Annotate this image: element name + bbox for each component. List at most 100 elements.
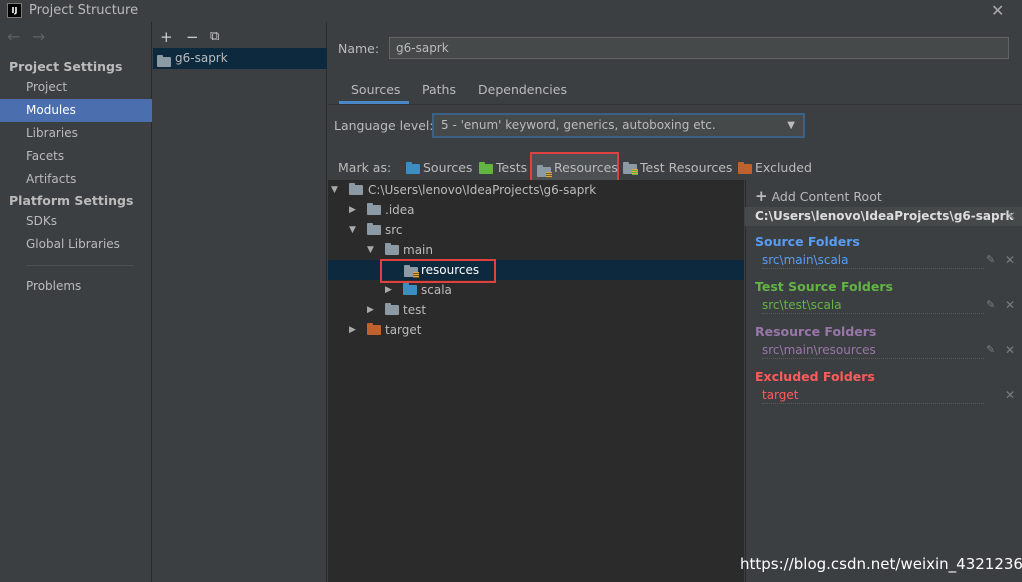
mark-as-label: Mark as: xyxy=(338,160,392,175)
tree-row[interactable]: ▼ C:\Users\lenovo\IdeaProjects\g6-saprk xyxy=(328,180,744,200)
collapsed-arrow-icon: ▶ xyxy=(349,325,356,335)
excluded-folder-entry[interactable]: target xyxy=(762,387,984,404)
tree-row[interactable]: ▶ target xyxy=(328,320,744,340)
mark-as-tests-button[interactable]: Tests xyxy=(479,160,527,175)
sidebar-item-problems[interactable]: Problems xyxy=(0,275,152,298)
mark-as-sources-label: Sources xyxy=(423,160,473,175)
tree-row[interactable]: ▶ test xyxy=(328,300,744,320)
resource-folders-header: Resource Folders xyxy=(755,324,877,339)
close-icon[interactable]: ✕ xyxy=(1005,343,1015,357)
tree-row-label: src xyxy=(385,223,403,237)
tree-row-label: main xyxy=(403,243,433,257)
expanded-arrow-icon: ▼ xyxy=(349,225,356,235)
content-root-path: C:\Users\lenovo\IdeaProjects\g6-saprk ✕ xyxy=(745,207,1022,226)
sidebar-item-project[interactable]: Project xyxy=(0,76,152,99)
project-settings-header: Project Settings xyxy=(9,59,123,74)
folder-icon xyxy=(367,223,381,235)
root-path-text: C:\Users\lenovo\IdeaProjects\g6-saprk xyxy=(755,209,1014,223)
language-level-value: 5 - 'enum' keyword, generics, autoboxing… xyxy=(441,118,716,132)
mark-as-sources-button[interactable]: Sources xyxy=(406,160,472,175)
mark-as-test-resources-button[interactable]: Test Resources xyxy=(623,160,732,175)
mark-as-test-resources-label: Test Resources xyxy=(640,160,733,175)
tree-row-label: C:\Users\lenovo\IdeaProjects\g6-saprk xyxy=(368,183,597,197)
expanded-arrow-icon: ▼ xyxy=(367,245,374,255)
source-folder-icon xyxy=(403,283,417,295)
mark-as-excluded-label: Excluded xyxy=(755,160,812,175)
chevron-down-icon: ▼ xyxy=(787,120,795,131)
source-folders-header: Source Folders xyxy=(755,234,860,249)
mark-as-excluded-button[interactable]: Excluded xyxy=(738,160,812,175)
edit-icon[interactable]: ✎ xyxy=(986,298,995,311)
test-source-folders-header: Test Source Folders xyxy=(755,279,893,294)
tests-folder-icon xyxy=(479,161,493,174)
module-name: g6-saprk xyxy=(175,51,228,65)
add-content-root-button[interactable]: + Add Content Root xyxy=(755,187,882,205)
tree-row-label: resources xyxy=(421,263,480,277)
module-name-field[interactable]: g6-saprk xyxy=(389,37,1009,59)
add-module-icon[interactable]: + xyxy=(160,28,173,46)
edit-icon[interactable]: ✎ xyxy=(986,253,995,266)
platform-settings-header: Platform Settings xyxy=(9,193,134,208)
collapsed-arrow-icon: ▶ xyxy=(349,205,356,215)
sources-folder-icon xyxy=(406,161,420,174)
sidebar-item-modules[interactable]: Modules xyxy=(0,99,152,122)
test-source-folder-entry[interactable]: src\test\scala xyxy=(762,297,984,314)
excluded-folder-icon xyxy=(738,161,752,174)
copy-module-icon[interactable]: ⧉ xyxy=(210,29,219,44)
expanded-arrow-icon: ▼ xyxy=(331,185,338,195)
close-icon[interactable]: ✕ xyxy=(1005,298,1015,312)
tree-row[interactable]: ▶ scala xyxy=(328,280,744,300)
folder-icon xyxy=(385,243,399,255)
close-icon[interactable]: ✕ xyxy=(991,1,1004,20)
module-list-item[interactable]: g6-saprk xyxy=(153,48,327,69)
sidebar-item-libraries[interactable]: Libraries xyxy=(0,122,152,145)
collapsed-arrow-icon: ▶ xyxy=(367,305,374,315)
close-icon[interactable]: ✕ xyxy=(1005,388,1015,402)
tree-row[interactable]: ▼ src xyxy=(328,220,744,240)
resources-folder-icon xyxy=(404,265,419,278)
collapsed-arrow-icon: ▶ xyxy=(385,285,392,295)
edit-icon[interactable]: ✎ xyxy=(986,343,995,356)
tab-strip-divider xyxy=(328,104,1022,105)
mark-as-resources-button[interactable]: Resources xyxy=(530,152,619,183)
forward-arrow-icon[interactable]: → xyxy=(32,27,45,46)
resource-folder-entry[interactable]: src\main\resources xyxy=(762,342,984,359)
intellij-app-icon: IJ xyxy=(7,3,22,18)
excluded-folders-header: Excluded Folders xyxy=(755,369,875,384)
tree-row-label: .idea xyxy=(385,203,415,217)
folder-icon xyxy=(385,303,399,315)
tree-row-label: test xyxy=(403,303,427,317)
sidebar-item-facets[interactable]: Facets xyxy=(0,145,152,168)
tree-row-label: target xyxy=(385,323,422,337)
tree-row-label: scala xyxy=(421,283,452,297)
remove-module-icon[interactable]: − xyxy=(186,28,199,46)
tab-sources[interactable]: Sources xyxy=(351,82,400,97)
remove-root-icon[interactable]: ✕ xyxy=(1006,207,1016,226)
folder-icon xyxy=(367,203,381,215)
mark-as-tests-label: Tests xyxy=(496,160,528,175)
modules-panel xyxy=(153,22,327,582)
test-resources-folder-icon xyxy=(623,161,638,175)
name-label: Name: xyxy=(338,41,380,56)
plus-icon: + xyxy=(755,187,768,205)
back-arrow-icon[interactable]: ← xyxy=(7,27,20,46)
tab-dependencies[interactable]: Dependencies xyxy=(478,82,567,97)
sidebar-item-global-libraries[interactable]: Global Libraries xyxy=(0,233,152,256)
sidebar-item-sdks[interactable]: SDKs xyxy=(0,210,152,233)
window-title: Project Structure xyxy=(29,3,139,18)
resources-folder-icon xyxy=(537,164,552,178)
title-bar xyxy=(0,0,1022,22)
mark-as-resources-label: Resources xyxy=(554,160,618,175)
source-folder-entry[interactable]: src\main\scala xyxy=(762,252,984,269)
sidebar-divider xyxy=(26,265,134,266)
tree-row[interactable]: ▶ .idea xyxy=(328,200,744,220)
language-level-label: Language level: xyxy=(334,118,434,133)
close-icon[interactable]: ✕ xyxy=(1005,253,1015,267)
module-folder-icon xyxy=(157,54,171,67)
tab-paths[interactable]: Paths xyxy=(422,82,456,97)
language-level-select[interactable]: 5 - 'enum' keyword, generics, autoboxing… xyxy=(432,113,805,138)
sidebar-item-artifacts[interactable]: Artifacts xyxy=(0,168,152,191)
excluded-folder-icon xyxy=(367,323,381,335)
tree-row[interactable]: ▼ main xyxy=(328,240,744,260)
add-content-root-label: Add Content Root xyxy=(771,189,882,204)
